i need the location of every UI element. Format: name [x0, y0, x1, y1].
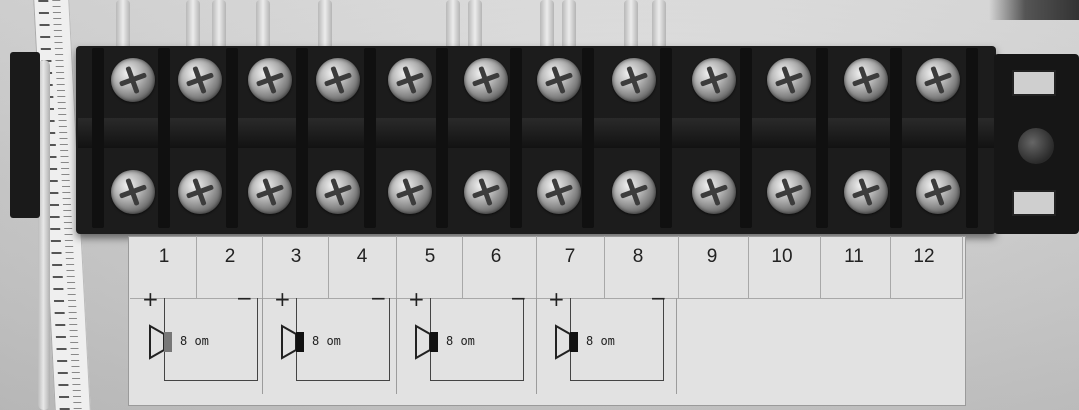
terminal-number: 8	[632, 246, 644, 267]
end-block-window	[1012, 70, 1056, 96]
terminal-screw	[692, 170, 736, 214]
center-rail	[78, 118, 994, 148]
terminal-separator	[226, 48, 238, 228]
terminal-separator	[660, 48, 672, 228]
terminal-screw	[111, 58, 155, 102]
terminal-separator	[740, 48, 752, 228]
impedance-label: 8 om	[180, 334, 209, 348]
terminal-screw	[692, 58, 736, 102]
terminal-screw	[844, 170, 888, 214]
terminal-screw	[388, 170, 432, 214]
terminal-number: 10	[771, 246, 793, 267]
end-block-window	[1012, 190, 1056, 216]
terminal-number: 9	[706, 246, 718, 267]
terminal-number: 3	[290, 246, 302, 267]
terminal-separator	[158, 48, 170, 228]
impedance-label: 8 om	[446, 334, 475, 348]
plus-sign: +	[408, 287, 425, 311]
terminal-screw	[916, 58, 960, 102]
terminal-number: 2	[224, 246, 236, 267]
minus-sign: −	[650, 286, 667, 310]
terminal-screw	[178, 170, 222, 214]
terminal-number: 1	[158, 246, 170, 267]
terminal-number: 12	[913, 246, 935, 267]
terminal-separator	[436, 48, 448, 228]
terminal-screw	[111, 170, 155, 214]
impedance-label: 8 om	[586, 334, 615, 348]
speaker-icon	[555, 324, 578, 360]
speaker-icon	[149, 324, 172, 360]
terminal-screw	[844, 58, 888, 102]
mounting-screw	[1018, 128, 1054, 164]
terminal-screw	[248, 58, 292, 102]
terminal-number: 11	[844, 246, 864, 267]
wiring-loop	[430, 298, 524, 381]
impedance-label: 8 om	[312, 334, 341, 348]
terminal-screw	[464, 58, 508, 102]
terminal-separator	[816, 48, 828, 228]
terminal-separator	[296, 48, 308, 228]
terminal-number: 7	[564, 246, 576, 267]
terminal-screw	[388, 58, 432, 102]
terminal-screw	[178, 58, 222, 102]
terminal-screw	[612, 170, 656, 214]
terminal-separator	[890, 48, 902, 228]
speaker-icon	[281, 324, 304, 360]
speaker-icon	[415, 324, 438, 360]
terminal-block-photo: 1 2 3 4 5 6 7 8 9 10 11 12 + −8 om + −8 om + −8 om + −8 om	[0, 0, 1079, 410]
terminal-screw	[916, 170, 960, 214]
terminal-separator	[582, 48, 594, 228]
terminal-screw	[537, 170, 581, 214]
terminal-screw	[316, 58, 360, 102]
minus-sign: −	[370, 286, 387, 310]
wiring-loop	[570, 298, 664, 381]
plus-sign: +	[274, 287, 291, 311]
corner-object	[989, 0, 1079, 20]
terminal-number: 4	[356, 246, 368, 267]
plus-sign: +	[548, 287, 565, 311]
terminal-screw	[537, 58, 581, 102]
terminal-number: 6	[490, 246, 502, 267]
terminal-screw	[248, 170, 292, 214]
wiring-loop	[296, 298, 390, 381]
terminal-separator	[510, 48, 522, 228]
terminal-screw	[612, 58, 656, 102]
minus-sign: −	[510, 286, 527, 310]
wiring-loop	[164, 298, 258, 381]
terminal-number: 5	[424, 246, 436, 267]
plus-sign: +	[142, 287, 159, 311]
strip-end-cap-left	[10, 52, 40, 218]
terminal-separator	[966, 48, 978, 228]
terminal-screw	[767, 58, 811, 102]
terminal-screw	[767, 170, 811, 214]
terminal-screw	[316, 170, 360, 214]
terminal-separator	[364, 48, 376, 228]
minus-sign: −	[236, 286, 253, 310]
terminal-screw	[464, 170, 508, 214]
terminal-separator	[92, 48, 104, 228]
